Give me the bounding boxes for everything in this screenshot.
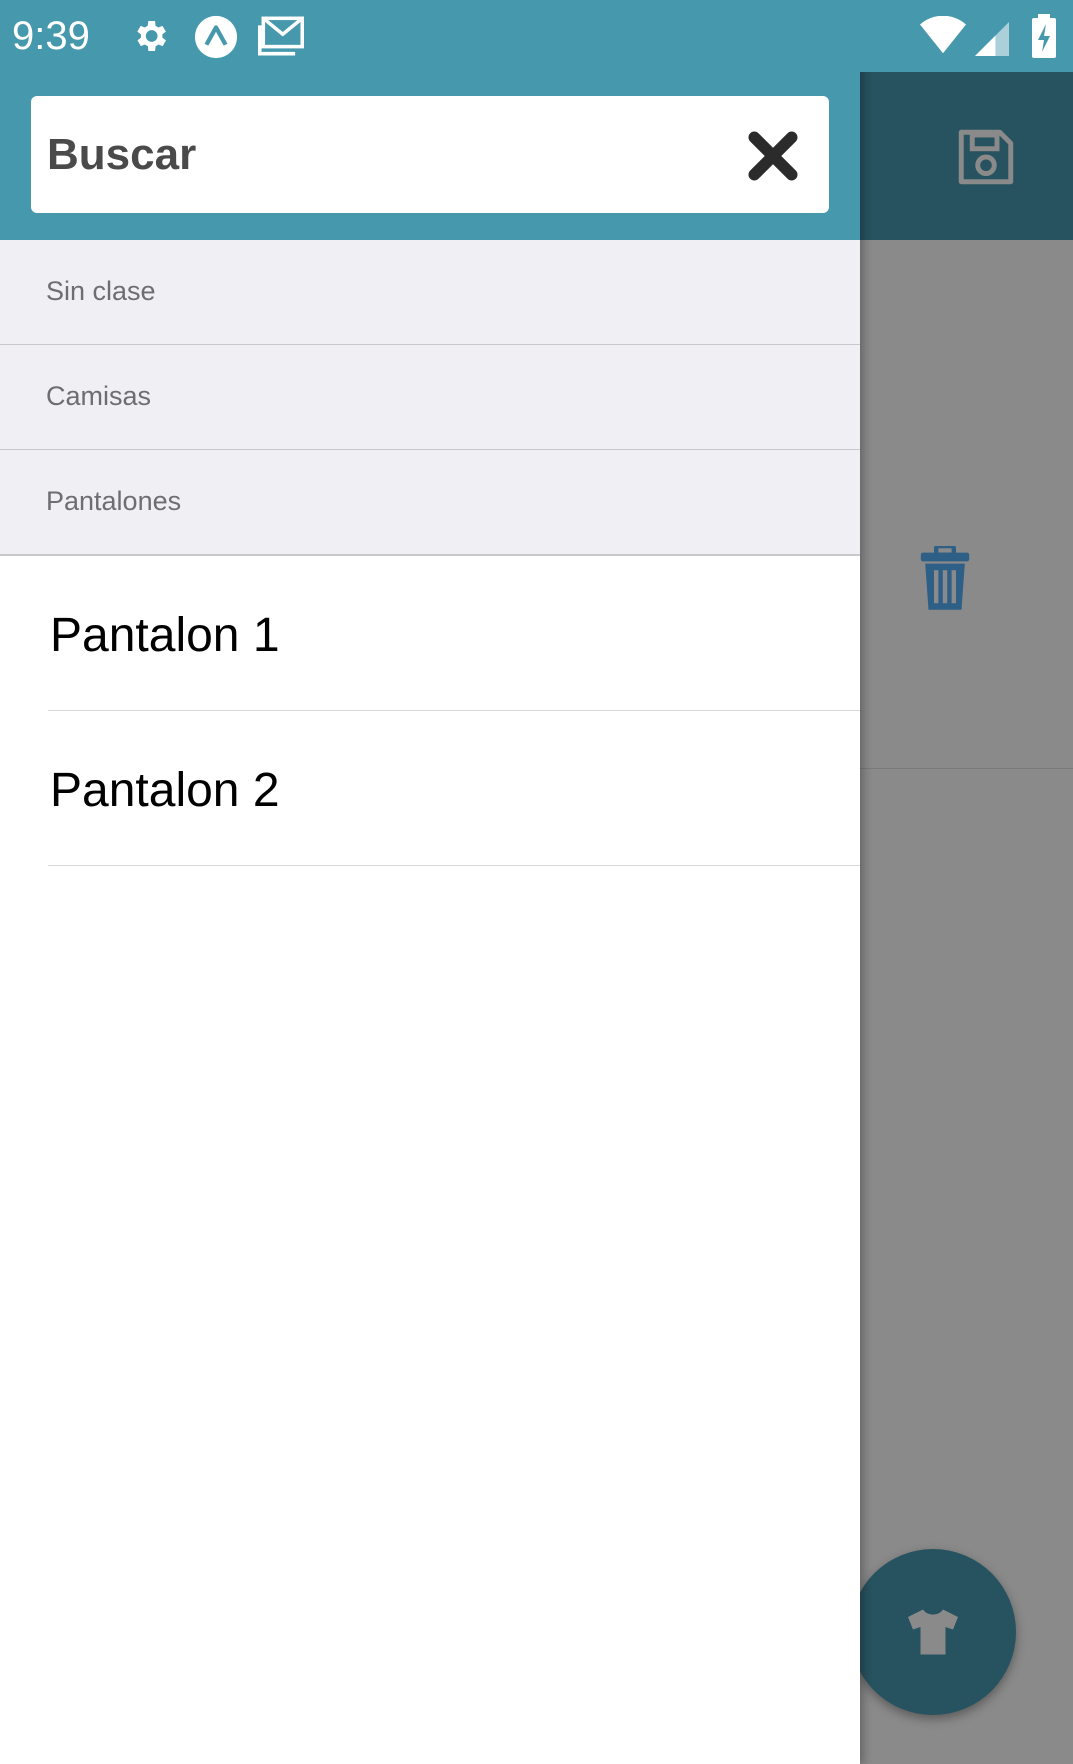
list-item[interactable]: Pantalon 1 bbox=[0, 556, 860, 711]
search-box bbox=[31, 96, 829, 213]
navigation-drawer: Sin clase Camisas Pantalones Pantalon 1 … bbox=[0, 0, 860, 1764]
section-header-camisas[interactable]: Camisas bbox=[0, 345, 860, 451]
section-label: Sin clase bbox=[46, 276, 156, 306]
section-header-sin-clase[interactable]: Sin clase bbox=[0, 240, 860, 346]
save-icon[interactable] bbox=[953, 124, 1019, 190]
battery-charging-icon bbox=[1032, 14, 1056, 58]
expo-icon bbox=[194, 15, 238, 59]
gear-icon bbox=[137, 21, 166, 51]
app-card bbox=[860, 240, 1073, 769]
app-toolbar bbox=[860, 72, 1073, 240]
add-item-fab[interactable] bbox=[850, 1549, 1016, 1715]
status-bar: 9:39 bbox=[0, 0, 1073, 72]
section-label: Camisas bbox=[46, 381, 152, 411]
list-item-label: Pantalon 2 bbox=[50, 764, 280, 817]
search-input[interactable] bbox=[45, 124, 699, 186]
status-time: 9:39 bbox=[12, 14, 90, 58]
gmail-icon bbox=[258, 16, 304, 56]
close-icon[interactable] bbox=[745, 128, 801, 184]
trash-icon[interactable] bbox=[918, 546, 972, 612]
list-item[interactable]: Pantalon 2 bbox=[0, 711, 860, 866]
shirt-icon bbox=[908, 1609, 958, 1655]
divider bbox=[48, 865, 860, 866]
signal-icon bbox=[975, 22, 1009, 56]
section-header-pantalones[interactable]: Pantalones bbox=[0, 450, 860, 556]
list-item-label: Pantalon 1 bbox=[50, 609, 280, 662]
drawer-header bbox=[0, 72, 860, 240]
section-label: Pantalones bbox=[46, 486, 182, 516]
wifi-icon bbox=[920, 16, 966, 54]
